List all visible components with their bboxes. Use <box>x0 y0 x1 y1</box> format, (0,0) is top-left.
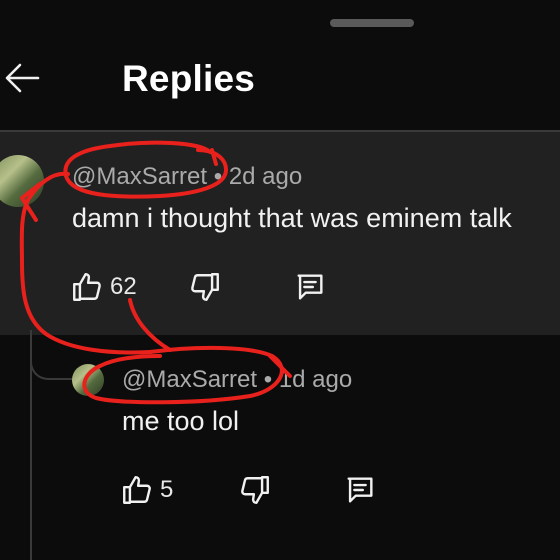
reply-author[interactable]: @MaxSarret <box>122 366 257 393</box>
avatar[interactable] <box>72 364 104 396</box>
page-title: Replies <box>122 58 256 99</box>
dot-separator: • <box>257 366 279 393</box>
like-button[interactable]: 62 <box>70 270 137 304</box>
like-count: 62 <box>110 273 137 300</box>
like-button[interactable]: 5 <box>120 473 173 507</box>
comment-icon <box>297 274 323 300</box>
reply-button[interactable] <box>343 473 377 507</box>
arrow-left-icon <box>5 63 40 93</box>
reply-time: 1d ago <box>278 366 353 393</box>
comment-author-line: @MaxSarret • 2d ago <box>72 163 302 191</box>
thumbs-down-icon <box>241 476 269 504</box>
reply-author-line: @MaxSarret • 1d ago <box>122 366 352 394</box>
back-button[interactable] <box>2 58 42 98</box>
reply-text: me too lol <box>122 406 240 436</box>
thumbs-up-icon <box>123 476 151 504</box>
comment-time: 2d ago <box>228 163 303 190</box>
reply-button[interactable] <box>293 270 327 304</box>
thumbs-down-icon <box>191 273 219 301</box>
comment-icon <box>347 477 373 503</box>
dot-separator: • <box>207 163 229 190</box>
dislike-button[interactable] <box>238 473 272 507</box>
comment-author[interactable]: @MaxSarret <box>72 163 207 190</box>
thread-connector <box>30 330 74 380</box>
sheet-drag-handle[interactable] <box>330 19 414 27</box>
dislike-button[interactable] <box>188 270 222 304</box>
like-count: 5 <box>160 476 174 503</box>
thumbs-up-icon <box>73 273 101 301</box>
comment-text: damn i thought that was eminem talk <box>72 203 512 233</box>
